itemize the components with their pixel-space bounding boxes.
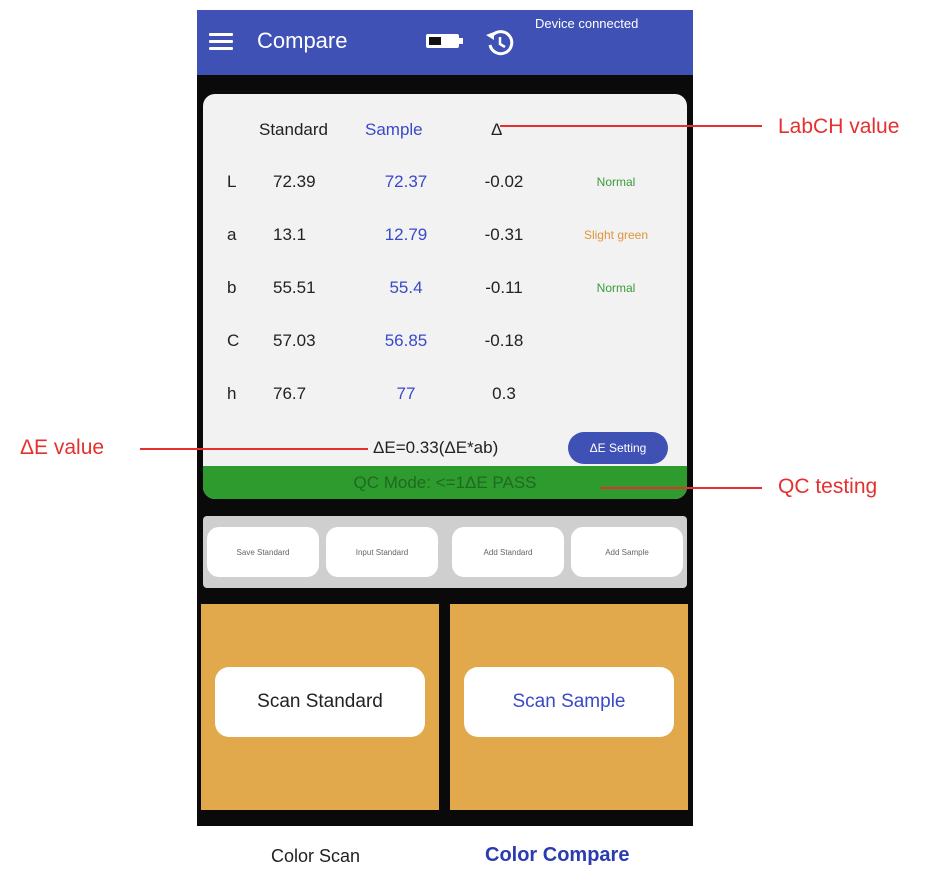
save-standard-button[interactable]: Save Standard bbox=[207, 527, 319, 577]
labch-annotation-label: LabCH value bbox=[778, 115, 900, 138]
row-label: h bbox=[227, 384, 237, 403]
row-label: b bbox=[227, 278, 237, 297]
page-title: Compare bbox=[257, 28, 348, 53]
table-row: C 57.03 56.85 -0.18 bbox=[203, 331, 687, 361]
sample-value: 72.37 bbox=[384, 172, 428, 191]
delta-e-value: ΔE=0.33(ΔE*ab) bbox=[373, 438, 499, 457]
row-label: C bbox=[227, 331, 240, 350]
table-row: b 55.51 55.4 -0.11 Normal bbox=[203, 278, 687, 308]
history-icon[interactable] bbox=[483, 26, 517, 60]
standard-value: 57.03 bbox=[273, 331, 316, 350]
delta-value: -0.02 bbox=[484, 172, 524, 191]
sample-value: 56.85 bbox=[384, 331, 428, 350]
header-standard: Standard bbox=[259, 120, 328, 139]
qc-annotation-line bbox=[600, 487, 762, 489]
standard-value: 72.39 bbox=[273, 172, 316, 191]
tab-color-compare[interactable]: Color Compare bbox=[485, 844, 629, 867]
comparison-card: Standard Sample Δ L 72.39 72.37 -0.02 No… bbox=[203, 94, 687, 499]
delta-value: -0.18 bbox=[484, 331, 524, 350]
scan-standard-panel: Scan Standard bbox=[201, 604, 439, 810]
evaluation-text: Slight green bbox=[583, 228, 649, 242]
row-label: a bbox=[227, 225, 237, 244]
delta-e-annotation-line bbox=[140, 448, 368, 450]
table-row: h 76.7 77 0.3 bbox=[203, 384, 687, 414]
tab-color-scan[interactable]: Color Scan bbox=[271, 846, 360, 867]
scan-standard-button[interactable]: Scan Standard bbox=[215, 667, 425, 737]
delta-e-annotation-label: ΔE value bbox=[20, 436, 105, 459]
table-row: L 72.39 72.37 -0.02 Normal bbox=[203, 172, 687, 202]
qc-status-bar: QC Mode: <=1ΔE PASS bbox=[203, 466, 687, 499]
delta-value: 0.3 bbox=[492, 384, 516, 403]
connection-status: Device connected bbox=[535, 16, 639, 31]
evaluation-text: Normal bbox=[596, 281, 636, 295]
battery-icon bbox=[426, 34, 463, 48]
row-label: L bbox=[227, 172, 237, 191]
qc-annotation-label: QC testing bbox=[778, 475, 878, 498]
sample-value: 55.4 bbox=[389, 278, 423, 297]
table-row: a 13.1 12.79 -0.31 Slight green bbox=[203, 225, 687, 255]
scan-sample-panel: Scan Sample bbox=[450, 604, 688, 810]
standard-value: 76.7 bbox=[273, 384, 307, 403]
add-standard-button[interactable]: Add Standard bbox=[452, 527, 564, 577]
add-sample-button[interactable]: Add Sample bbox=[571, 527, 683, 577]
sample-value: 12.79 bbox=[384, 225, 428, 244]
scan-sample-button[interactable]: Scan Sample bbox=[464, 667, 674, 737]
app-bar: Compare Device connected bbox=[197, 10, 693, 75]
delta-value: -0.31 bbox=[484, 225, 524, 244]
menu-icon[interactable] bbox=[209, 33, 233, 51]
standard-value: 13.1 bbox=[273, 225, 307, 244]
phone-screen: Compare Device connected Standard Sample… bbox=[197, 10, 693, 826]
labch-annotation-line bbox=[500, 125, 762, 127]
evaluation-text: Normal bbox=[596, 175, 636, 189]
header-delta: Δ bbox=[491, 120, 503, 139]
standard-value: 55.51 bbox=[273, 278, 316, 297]
input-standard-button[interactable]: Input Standard bbox=[326, 527, 438, 577]
action-button-row: Save Standard Input Standard Add Standar… bbox=[203, 516, 687, 588]
header-sample: Sample bbox=[365, 120, 423, 139]
delta-e-setting-button[interactable]: ΔE Setting bbox=[568, 432, 668, 464]
delta-value: -0.11 bbox=[485, 278, 523, 297]
sample-value: 77 bbox=[396, 384, 416, 403]
